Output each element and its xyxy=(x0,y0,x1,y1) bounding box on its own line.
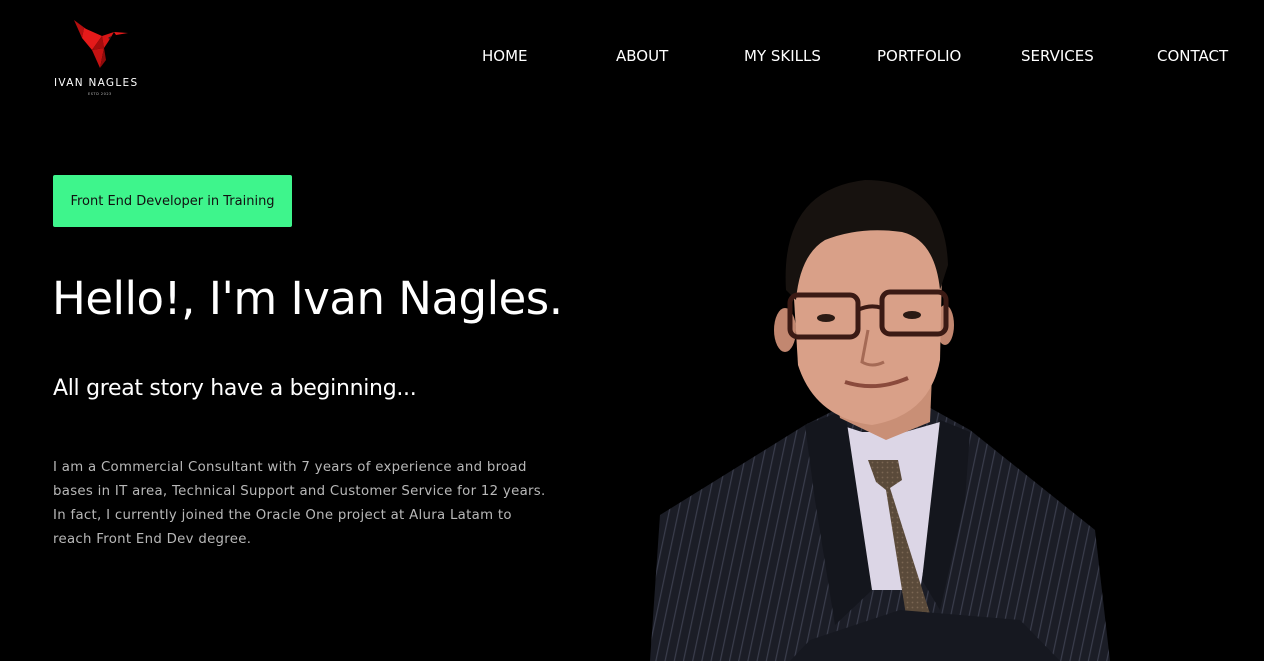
nav-item-home[interactable]: HOME xyxy=(482,47,528,65)
nav-item-about[interactable]: ABOUT xyxy=(616,47,668,65)
nav-item-portfolio[interactable]: PORTFOLIO xyxy=(877,47,961,65)
nav-item-services[interactable]: SERVICES xyxy=(1021,47,1094,65)
page: IVAN NAGLES ESTD 2023 HOME ABOUT MY SKIL… xyxy=(0,0,1264,661)
logo-tagline: ESTD 2023 xyxy=(88,92,112,96)
nav-item-my-skills[interactable]: MY SKILLS xyxy=(744,47,821,65)
hero-title: Hello!, I'm Ivan Nagles. xyxy=(52,272,563,325)
nav-item-contact[interactable]: CONTACT xyxy=(1157,47,1228,65)
profile-photo xyxy=(650,180,1110,661)
logo-name: IVAN NAGLES xyxy=(54,77,139,89)
role-badge[interactable]: Front End Developer in Training xyxy=(53,175,292,227)
main-nav: HOME ABOUT MY SKILLS PORTFOLIO SERVICES … xyxy=(0,47,1264,71)
hero-description: I am a Commercial Consultant with 7 year… xyxy=(53,460,546,547)
hero-subtitle: All great story have a beginning... xyxy=(53,376,417,401)
